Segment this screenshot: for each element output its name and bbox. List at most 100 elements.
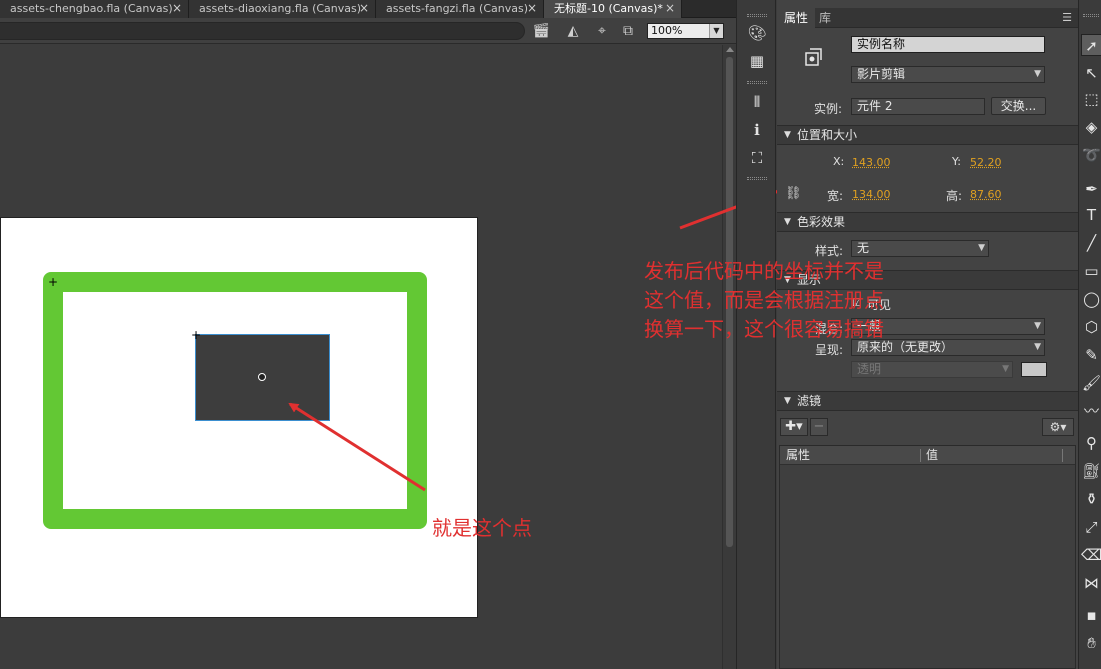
subselection-tool-icon[interactable]: ↖ xyxy=(1081,62,1101,84)
clip-content-icon[interactable]: ⧉ xyxy=(618,21,638,41)
free-transform-tool-icon[interactable]: ⬚ xyxy=(1081,88,1101,110)
transform-icon[interactable]: ⛶ xyxy=(747,148,767,168)
chevron-down-icon: ▼ xyxy=(709,24,723,38)
strip-grip[interactable] xyxy=(747,177,767,180)
collapse-triangle-icon: ▼ xyxy=(784,130,791,140)
clapperboard-icon[interactable]: 🎬︎ xyxy=(531,21,551,41)
vertical-scrollbar[interactable] xyxy=(722,45,736,669)
swap-button[interactable]: 交换... xyxy=(991,97,1046,115)
strip-grip[interactable] xyxy=(747,14,767,17)
info-icon[interactable]: ℹ xyxy=(747,120,767,140)
height-label: 高: xyxy=(946,189,963,203)
line-tool-icon[interactable]: ╱ xyxy=(1081,232,1101,254)
color-style-select[interactable]: 无 ▼ xyxy=(851,240,989,257)
tab-label: assets-chengbao.fla (Canvas) xyxy=(10,2,173,15)
brush-tool-icon[interactable]: 🖌︎ xyxy=(1081,372,1101,394)
oval-tool-icon[interactable]: ◯ xyxy=(1081,288,1101,310)
section-filters[interactable]: ▼ 滤镜 xyxy=(777,391,1078,411)
background-color-swatch[interactable] xyxy=(1021,362,1047,377)
width-tool-icon[interactable]: ⋈ xyxy=(1081,572,1101,594)
tab-label: 无标题-10 (Canvas)* xyxy=(554,2,663,15)
annotation-line: 这个值，而是会根据注册点 xyxy=(644,288,884,312)
panel-menu-icon[interactable]: ☰ xyxy=(1062,12,1072,23)
collapse-triangle-icon: ▼ xyxy=(784,217,791,227)
tools-panel: ➚ ↖ ⬚ ◈ ➰ ✒ T ╱ ▭ ◯ ⬡ ✎ 🖌︎ 〰 ⚲ ⛽︎ ⚱ ⤢ ⌫ … xyxy=(1078,0,1101,669)
tab-assets-fangzi[interactable]: assets-fangzi.fla (Canvas) × xyxy=(376,0,544,18)
eraser-tool-icon[interactable]: ⌫ xyxy=(1081,544,1101,566)
width-value[interactable]: 134.00 xyxy=(852,188,891,201)
rectangle-tool-icon[interactable]: ▭ xyxy=(1081,260,1101,282)
section-color-effect[interactable]: ▼ 色彩效果 xyxy=(777,212,1078,232)
x-value[interactable]: 143.00 xyxy=(852,156,891,169)
tab-label: assets-fangzi.fla (Canvas) xyxy=(386,2,529,15)
symbol-type-value: 影片剪辑 xyxy=(857,67,906,81)
camera-tool-icon[interactable]: ▪ xyxy=(1081,604,1101,626)
ink-bottle-tool-icon[interactable]: ⚱ xyxy=(1081,488,1101,510)
instance-label: 实例: xyxy=(814,102,843,116)
bone-tool-icon[interactable]: ⚲ xyxy=(1081,432,1101,454)
polystar-tool-icon[interactable]: ⬡ xyxy=(1081,316,1101,338)
frame-registration-point-icon: + xyxy=(48,275,59,289)
section-title: 位置和大小 xyxy=(797,128,858,142)
pencil-tool-icon[interactable]: ✎ xyxy=(1081,344,1101,366)
selection-tool-icon[interactable]: ➚ xyxy=(1081,34,1101,56)
tab-library[interactable]: 库 xyxy=(812,8,838,28)
annotation-main-note: 发布后代码中的坐标并不是 这个值，而是会根据注册点 换算一下，这个很容易搞错 xyxy=(644,257,884,344)
center-stage-icon[interactable]: ⌖ xyxy=(592,21,612,41)
chevron-down-icon: ▼ xyxy=(1034,69,1041,79)
instance-name-input[interactable]: 实例名称 xyxy=(851,36,1045,53)
tab-label: assets-diaoxiang.fla (Canvas) xyxy=(199,2,362,15)
edit-bar: 🎬︎ ◭ ⌖ ⧉ 100% ▼ xyxy=(0,18,736,44)
section-title: 滤镜 xyxy=(797,394,822,408)
collapse-triangle-icon: ▼ xyxy=(784,396,791,406)
close-icon[interactable]: × xyxy=(665,0,675,17)
chevron-down-icon: ▼ xyxy=(1034,321,1041,331)
align-icon[interactable]: ⫴ xyxy=(747,92,767,112)
lasso-tool-icon[interactable]: ➰ xyxy=(1081,144,1101,166)
color-palette-icon[interactable]: 🎨︎ xyxy=(747,23,767,43)
instance-symbol-field: 元件 2 xyxy=(851,98,985,115)
add-filter-button[interactable]: ✚▾ xyxy=(780,418,808,436)
scroll-up-arrow-icon[interactable] xyxy=(726,47,734,52)
filter-toolbar: ✚▾ − xyxy=(780,418,830,438)
lock-aspect-link-icon[interactable]: ⛓ xyxy=(785,186,802,201)
tab-assets-diaoxiang[interactable]: assets-diaoxiang.fla (Canvas) × xyxy=(189,0,376,18)
close-icon[interactable]: × xyxy=(172,0,182,17)
x-label: X: xyxy=(833,155,845,168)
height-value[interactable]: 87.60 xyxy=(970,188,1002,201)
remove-filter-button[interactable]: − xyxy=(810,418,828,436)
hand-tool-icon[interactable]: ✋︎ xyxy=(1081,632,1101,654)
panel-tabs: 属性 库 ☰ xyxy=(777,8,1078,28)
text-tool-icon[interactable]: T xyxy=(1081,204,1101,226)
close-icon[interactable]: × xyxy=(527,0,537,17)
tab-untitled-10[interactable]: 无标题-10 (Canvas)* × xyxy=(544,0,682,18)
tab-properties[interactable]: 属性 xyxy=(777,8,816,28)
scene-breadcrumb[interactable] xyxy=(0,22,525,40)
transparent-select: 透明 ▼ xyxy=(851,361,1013,378)
chevron-down-icon: ▼ xyxy=(1034,342,1041,352)
close-icon[interactable]: × xyxy=(359,0,369,17)
y-value[interactable]: 52.20 xyxy=(970,156,1002,169)
swatches-grid-icon[interactable]: ▦ xyxy=(747,51,767,71)
document-tab-bar: assets-chengbao.fla (Canvas) × assets-di… xyxy=(0,0,736,18)
filter-options-button[interactable]: ⚙▾ xyxy=(1042,418,1074,436)
paint-brush-tool-icon[interactable]: 〰 xyxy=(1081,400,1101,422)
zoom-select[interactable]: 100% ▼ xyxy=(647,23,724,39)
eyedropper-tool-icon[interactable]: ⤢ xyxy=(1081,516,1101,538)
filter-list[interactable]: 属性 值 xyxy=(779,445,1076,669)
tools-grip[interactable] xyxy=(1083,14,1099,17)
symbol-triangle-icon[interactable]: ◭ xyxy=(563,21,583,41)
symbol-type-select[interactable]: 影片剪辑 ▼ xyxy=(851,66,1045,83)
strip-grip[interactable] xyxy=(747,81,767,84)
3d-rotation-tool-icon[interactable]: ◈ xyxy=(1081,116,1101,138)
transform-point-icon[interactable] xyxy=(258,373,266,381)
annotation-line: 换算一下，这个很容易搞错 xyxy=(644,317,884,341)
column-divider xyxy=(1062,449,1063,462)
tab-assets-chengbao[interactable]: assets-chengbao.fla (Canvas) × xyxy=(0,0,189,18)
transparent-value: 透明 xyxy=(857,362,882,376)
section-position-size[interactable]: ▼ 位置和大小 xyxy=(777,125,1078,145)
y-label: Y: xyxy=(952,155,961,168)
movieclip-symbol-icon xyxy=(805,48,822,66)
pen-tool-icon[interactable]: ✒ xyxy=(1081,178,1101,200)
paint-bucket-tool-icon[interactable]: ⛽︎ xyxy=(1081,460,1101,482)
